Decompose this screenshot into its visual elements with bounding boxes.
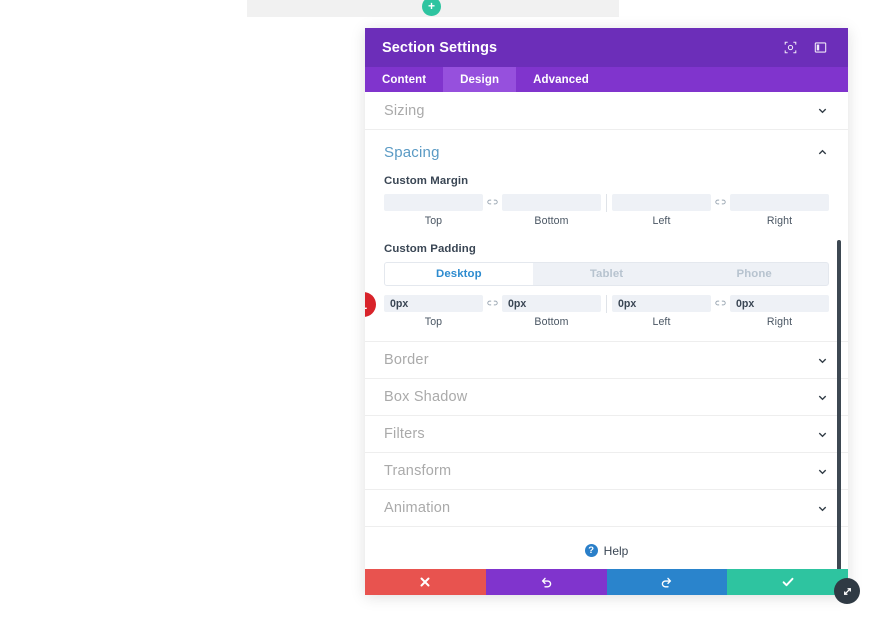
question-mark-icon: ? [584, 544, 598, 557]
chevron-up-icon [816, 146, 829, 159]
custom-margin-bottom-input[interactable] [502, 194, 601, 211]
accordion-border[interactable]: Border [365, 342, 848, 379]
accordion-spacing-label: Spacing [384, 144, 440, 161]
custom-padding-right-cell: Right [730, 295, 829, 328]
custom-padding-label: Custom Padding [384, 243, 476, 255]
scrollbar-track[interactable] [837, 92, 845, 569]
accordion-filters-label: Filters [384, 426, 425, 442]
redo-button[interactable] [606, 569, 728, 595]
custom-padding-top-input[interactable] [384, 295, 483, 312]
custom-margin-bottom-caption: Bottom [534, 215, 569, 227]
link-padding-left-right-icon[interactable] [711, 295, 730, 307]
custom-padding-top-cell: Top [384, 295, 483, 328]
modal-body: Sizing Spacing Custom Margin Top Bottom … [365, 92, 848, 569]
check-icon [782, 577, 794, 587]
resize-diagonal-icon [843, 587, 851, 595]
expand-icon[interactable] [779, 37, 801, 59]
split-view-icon[interactable] [809, 37, 831, 59]
link-margin-top-bottom-icon[interactable] [483, 194, 502, 206]
tab-advanced[interactable]: Advanced [516, 67, 606, 92]
custom-margin-left-caption: Left [652, 215, 671, 227]
modal-header: Section Settings [365, 28, 848, 67]
link-margin-left-right-icon[interactable] [711, 194, 730, 206]
accordion-filters[interactable]: Filters [365, 416, 848, 453]
custom-margin-top-caption: Top [424, 215, 443, 227]
tab-design[interactable]: Design [443, 67, 517, 92]
close-icon [420, 577, 430, 587]
custom-padding-row: 1 Top Bottom [365, 292, 848, 328]
accordion-transform-label: Transform [384, 463, 452, 479]
accordion-sizing-label: Sizing [384, 102, 425, 119]
custom-margin-top-input[interactable] [384, 194, 483, 211]
help-label: Help [603, 543, 629, 558]
custom-margin-top-bottom: Top Bottom [384, 194, 601, 227]
tab-content[interactable]: Content [365, 67, 443, 92]
link-padding-top-bottom-icon[interactable] [483, 295, 502, 307]
accordion-animation-label: Animation [384, 500, 451, 516]
chevron-down-icon [816, 104, 829, 117]
custom-margin-left-right: Left Right [612, 194, 829, 227]
redo-icon [662, 577, 672, 587]
accordion-box-shadow[interactable]: Box Shadow [365, 379, 848, 416]
chevron-down-icon [816, 354, 829, 367]
custom-padding-right-input[interactable] [730, 295, 829, 312]
undo-icon [541, 577, 551, 587]
custom-padding-top-caption: Top [424, 316, 443, 328]
custom-margin-right-cell: Right [730, 194, 829, 227]
custom-padding-bottom-input[interactable] [502, 295, 601, 312]
custom-padding-left-caption: Left [652, 316, 671, 328]
save-button[interactable] [727, 569, 848, 595]
device-desktop-button[interactable]: Desktop [385, 263, 533, 285]
custom-margin-left-input[interactable] [612, 194, 711, 211]
device-toggle: Desktop Tablet Phone [384, 262, 829, 286]
custom-margin-label: Custom Margin [384, 175, 469, 187]
custom-margin-right-input[interactable] [730, 194, 829, 211]
help-link[interactable]: ? Help [365, 527, 848, 569]
custom-margin-left-cell: Left [612, 194, 711, 227]
chevron-down-icon [816, 391, 829, 404]
accordion-sizing[interactable]: Sizing [365, 92, 848, 130]
accordion-border-label: Border [384, 352, 429, 368]
accordion-animation[interactable]: Animation [365, 490, 848, 527]
scrollbar-thumb[interactable] [837, 240, 841, 569]
custom-padding-top-bottom: Top Bottom [384, 295, 601, 328]
custom-padding-bottom-caption: Bottom [534, 316, 569, 328]
accordion-box-shadow-label: Box Shadow [384, 389, 468, 405]
custom-margin-row: Top Bottom Left Right [365, 194, 848, 227]
custom-padding-right-caption: Right [766, 316, 793, 328]
modal-tabs: Content Design Advanced [365, 67, 848, 92]
custom-margin-right-caption: Right [766, 215, 793, 227]
custom-padding-bottom-cell: Bottom [502, 295, 601, 328]
custom-padding-left-right: Left Right [612, 295, 829, 328]
chevron-down-icon [816, 465, 829, 478]
accordion-transform[interactable]: Transform [365, 453, 848, 490]
quad-divider [606, 295, 607, 313]
step-badge: 1 [365, 292, 376, 317]
accordion-spacing-header[interactable]: Spacing [365, 130, 848, 175]
custom-margin-top-cell: Top [384, 194, 483, 227]
modal-footer [365, 569, 848, 595]
chevron-down-icon [816, 428, 829, 441]
chevron-down-icon [816, 502, 829, 515]
custom-margin-bottom-cell: Bottom [502, 194, 601, 227]
quad-divider [606, 194, 607, 212]
cancel-button[interactable] [365, 569, 486, 595]
custom-padding-left-input[interactable] [612, 295, 711, 312]
device-tablet-button[interactable]: Tablet [533, 263, 681, 285]
page-title: Section Settings [382, 39, 498, 56]
custom-padding-left-cell: Left [612, 295, 711, 328]
section-settings-modal: Section Settings Content Design Advanced… [365, 28, 848, 595]
device-phone-button[interactable]: Phone [680, 263, 828, 285]
resize-handle[interactable] [834, 578, 860, 604]
undo-button[interactable] [485, 569, 607, 595]
accordion-spacing: Spacing Custom Margin Top Bottom Left Ri… [365, 130, 848, 342]
